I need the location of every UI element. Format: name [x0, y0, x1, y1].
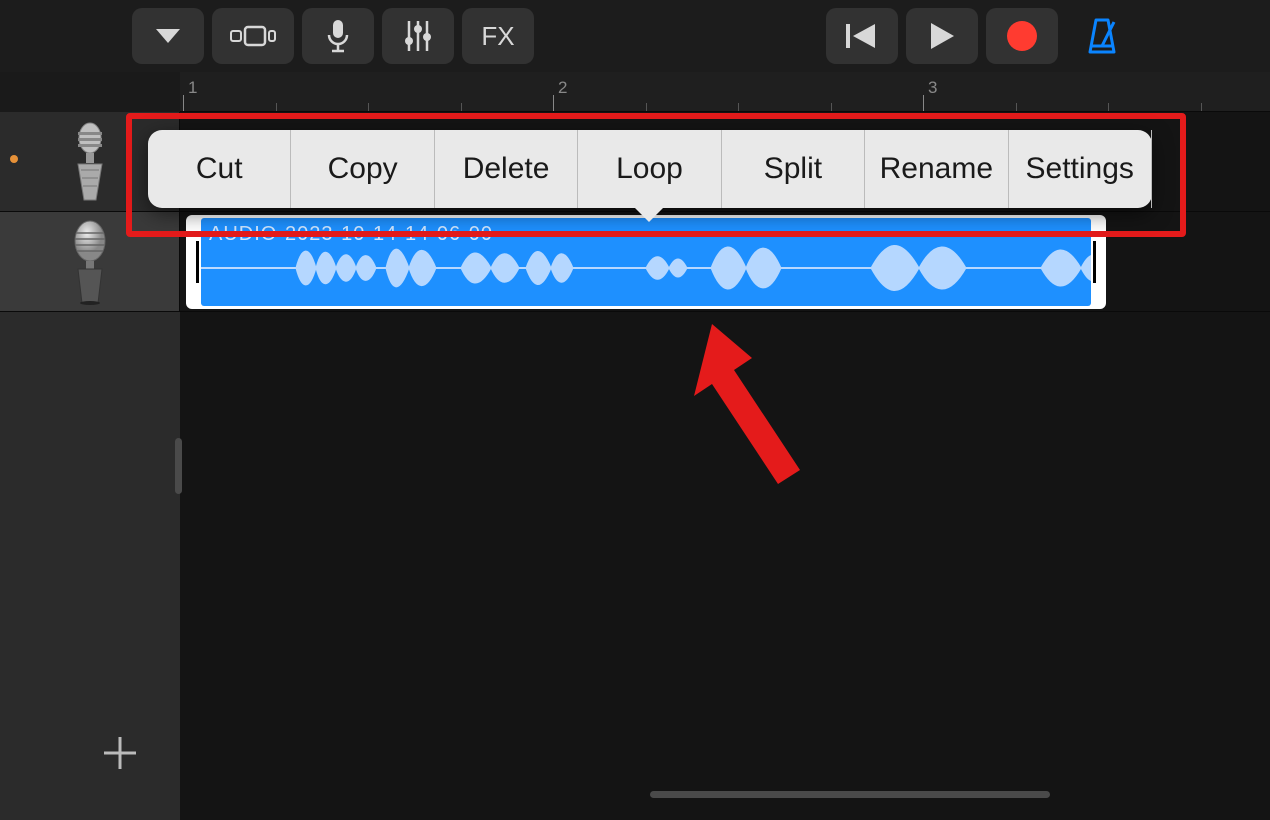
- ruler-tick: [1016, 103, 1017, 111]
- regions-icon: [230, 23, 276, 49]
- ruler-mark-3: 3: [928, 78, 937, 98]
- metronome-icon: [1082, 16, 1122, 56]
- ruler-tick: [553, 95, 554, 111]
- ruler-mark-2: 2: [558, 78, 567, 98]
- plus-icon: [100, 733, 140, 773]
- sidebar-fill: [0, 312, 180, 820]
- context-split[interactable]: Split: [722, 130, 865, 208]
- ruler-tick: [276, 103, 277, 111]
- context-delete[interactable]: Delete: [435, 130, 578, 208]
- rewind-button[interactable]: [826, 8, 898, 64]
- context-loop[interactable]: Loop: [578, 130, 721, 208]
- context-settings[interactable]: Settings: [1009, 130, 1152, 208]
- ruler-tick: [1108, 103, 1109, 111]
- ruler-tick: [646, 103, 647, 111]
- ruler-tick: [183, 95, 184, 111]
- track-status-dot: [10, 155, 18, 163]
- record-icon: [1005, 19, 1039, 53]
- fx-label: FX: [481, 21, 514, 52]
- regions-button[interactable]: [212, 8, 294, 64]
- microphone-icon: [327, 19, 349, 53]
- toolbar-right-group: [826, 8, 1138, 64]
- rewind-icon: [845, 22, 879, 50]
- context-menu: Cut Copy Delete Loop Split Rename Settin…: [148, 130, 1152, 208]
- microphone-track-icon: [66, 219, 114, 305]
- toolbar-left-group: FX: [132, 8, 534, 64]
- ruler-tick: [1201, 103, 1202, 111]
- record-button[interactable]: [986, 8, 1058, 64]
- ruler-tick: [738, 103, 739, 111]
- toolbar: FX: [0, 0, 1270, 72]
- context-rename[interactable]: Rename: [865, 130, 1008, 208]
- play-button[interactable]: [906, 8, 978, 64]
- ruler-mark-1: 1: [188, 78, 197, 98]
- mixer-button[interactable]: [382, 8, 454, 64]
- microphone-track-icon: [68, 122, 112, 202]
- play-icon: [928, 21, 956, 51]
- metronome-button[interactable]: [1066, 8, 1138, 64]
- fx-button[interactable]: FX: [462, 8, 534, 64]
- ruler-tick: [923, 95, 924, 111]
- timeline-ruler[interactable]: 1 2 3: [180, 72, 1270, 112]
- ruler-tick: [831, 103, 832, 111]
- clip-handle-right[interactable]: [1093, 241, 1096, 283]
- horizontal-scrollbar[interactable]: [650, 791, 1050, 798]
- annotation-arrow-icon: [680, 324, 820, 484]
- sliders-icon: [403, 19, 433, 53]
- vertical-scrollbar[interactable]: [175, 438, 182, 494]
- microphone-button[interactable]: [302, 8, 374, 64]
- track-settings-dropdown[interactable]: [132, 8, 204, 64]
- ruler-tick: [368, 103, 369, 111]
- clip-handle-left[interactable]: [196, 241, 199, 283]
- context-cut[interactable]: Cut: [148, 130, 291, 208]
- context-menu-pointer: [633, 206, 665, 222]
- add-track-button[interactable]: [95, 728, 145, 778]
- context-copy[interactable]: Copy: [291, 130, 434, 208]
- ruler-tick: [461, 103, 462, 111]
- chevron-down-icon: [154, 27, 182, 45]
